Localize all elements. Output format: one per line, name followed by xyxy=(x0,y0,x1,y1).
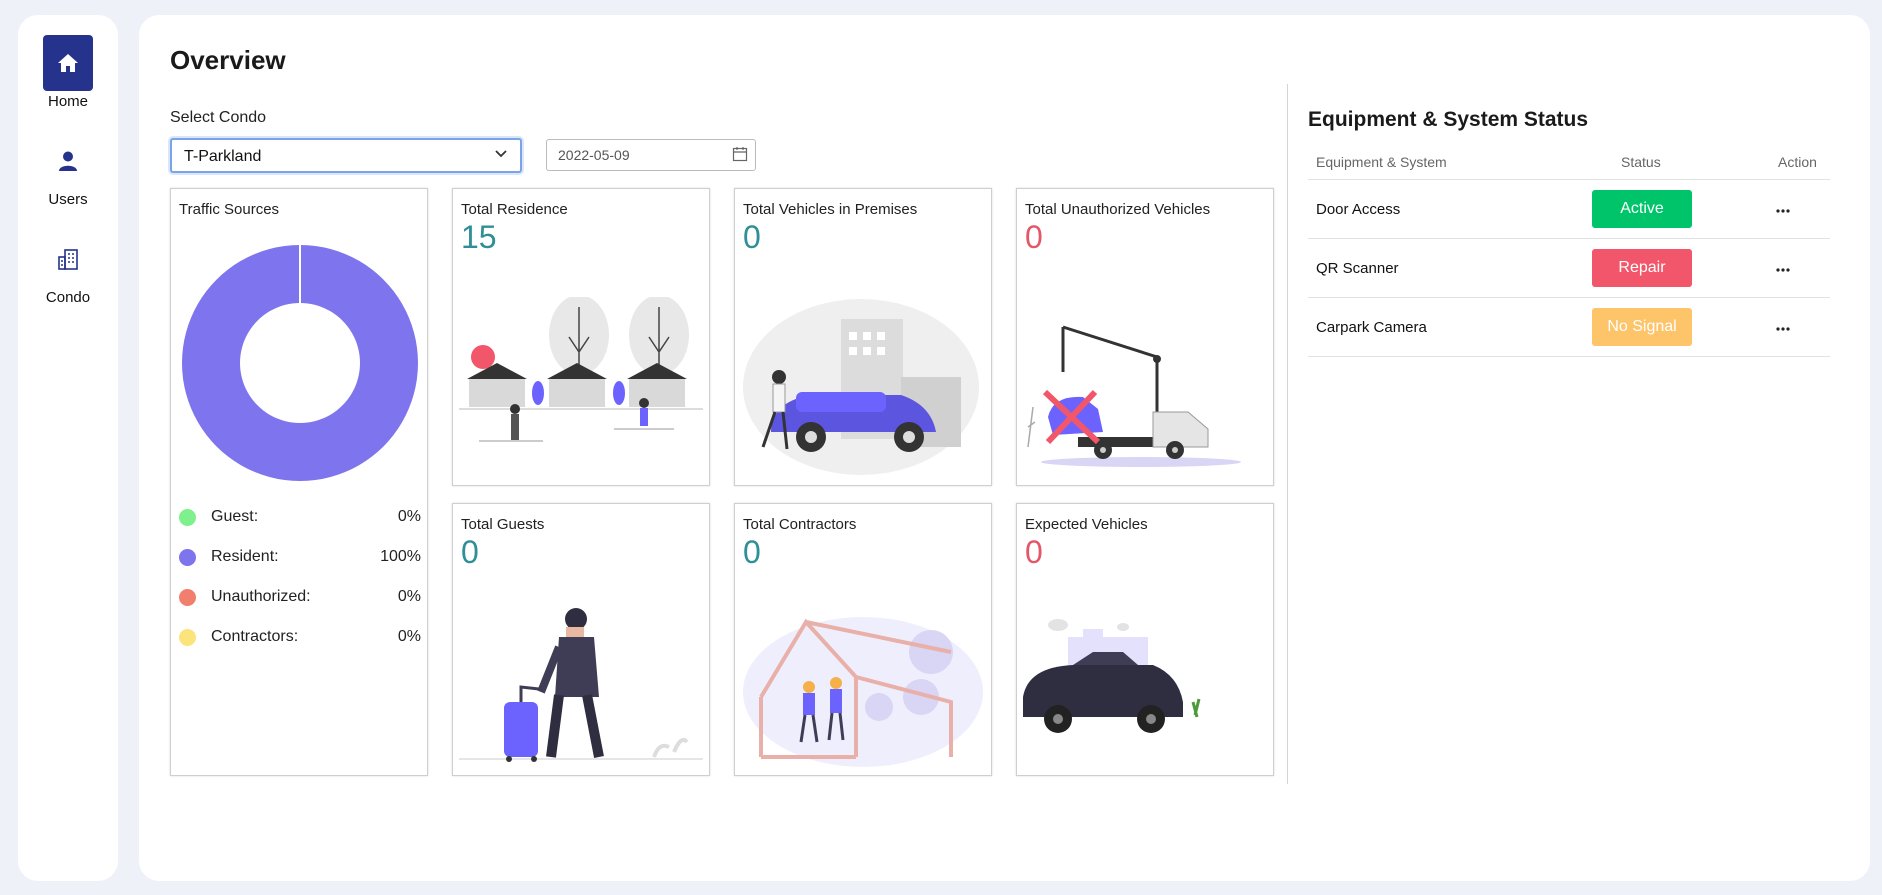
status-badge: Repair xyxy=(1592,249,1692,287)
total-contractors-title: Total Contractors xyxy=(743,516,857,533)
building-icon xyxy=(43,231,93,287)
expected-vehicles-value: 0 xyxy=(1025,534,1043,570)
equipment-name: QR Scanner xyxy=(1316,260,1399,277)
sidebar-item-condo[interactable]: Condo xyxy=(18,231,118,306)
legend-label: Unauthorized: xyxy=(211,588,311,605)
total-vehicles-card: Total Vehicles in Premises 0 xyxy=(734,188,992,486)
traffic-sources-card: Traffic Sources Guest: 0% Resident: 100%… xyxy=(170,188,428,776)
legend-item-resident: Resident: 100% xyxy=(179,546,421,570)
table-header: Equipment & System Status Action xyxy=(1308,145,1830,180)
total-unauthorized-card: Total Unauthorized Vehicles 0 xyxy=(1016,188,1274,486)
equipment-name: Door Access xyxy=(1316,201,1401,218)
sidebar: Home Users Condo xyxy=(18,15,118,881)
column-header-equipment: Equipment & System xyxy=(1316,154,1447,170)
section-divider xyxy=(1287,84,1288,784)
total-guests-value: 0 xyxy=(461,534,479,570)
equipment-status-table: Equipment & System Status Action Door Ac… xyxy=(1308,145,1830,357)
equipment-status-title: Equipment & System Status xyxy=(1308,108,1589,131)
traffic-donut-chart xyxy=(181,245,418,481)
more-options-icon[interactable] xyxy=(1776,318,1790,335)
status-badge: Active xyxy=(1592,190,1692,228)
condo-select[interactable]: T-Parkland xyxy=(170,138,522,173)
date-input-value: 2022-05-09 xyxy=(558,147,630,163)
total-contractors-card: Total Contractors 0 xyxy=(734,503,992,776)
status-badge: No Signal xyxy=(1592,308,1692,346)
sidebar-item-home[interactable]: Home xyxy=(18,35,118,110)
date-input[interactable]: 2022-05-09 xyxy=(546,139,756,171)
convertible-car-illustration xyxy=(1023,619,1201,733)
column-header-status: Status xyxy=(1621,154,1661,170)
total-unauthorized-value: 0 xyxy=(1025,219,1043,255)
table-row: QR Scanner Repair xyxy=(1308,239,1830,298)
table-row: Carpark Camera No Signal xyxy=(1308,298,1830,357)
table-row: Door Access Active xyxy=(1308,180,1830,239)
column-header-action: Action xyxy=(1778,154,1817,170)
legend-value: 0% xyxy=(397,508,421,525)
total-vehicles-value: 0 xyxy=(743,219,761,255)
legend-dot xyxy=(179,509,196,526)
legend-value: 100% xyxy=(380,548,421,565)
traveler-illustration xyxy=(459,608,703,762)
total-guests-title: Total Guests xyxy=(461,516,545,533)
construction-illustration xyxy=(743,617,983,767)
houses-illustration xyxy=(459,297,703,442)
calendar-icon[interactable] xyxy=(732,146,748,165)
legend-label: Resident: xyxy=(211,548,279,565)
sidebar-item-label: Home xyxy=(47,93,88,110)
total-contractors-value: 0 xyxy=(743,534,761,570)
expected-vehicles-title: Expected Vehicles xyxy=(1025,516,1148,533)
total-unauthorized-title: Total Unauthorized Vehicles xyxy=(1025,201,1211,218)
total-residence-card: Total Residence 15 xyxy=(452,188,710,486)
user-icon xyxy=(43,133,93,189)
legend-dot xyxy=(179,589,196,606)
legend-dot xyxy=(179,549,196,566)
condo-select-label: Select Condo xyxy=(170,109,267,126)
expected-vehicles-card: Expected Vehicles 0 xyxy=(1016,503,1274,776)
page-title: Overview xyxy=(170,45,286,75)
legend-label: Contractors: xyxy=(211,628,299,645)
car-illustration xyxy=(743,299,979,475)
total-vehicles-title: Total Vehicles in Premises xyxy=(743,201,918,218)
legend-item-guest: Guest: 0% xyxy=(179,506,421,530)
tow-truck-illustration xyxy=(1027,325,1241,467)
traffic-sources-title: Traffic Sources xyxy=(179,201,280,218)
total-residence-value: 15 xyxy=(461,219,497,255)
legend-value: 0% xyxy=(397,588,421,605)
sidebar-item-label: Condo xyxy=(45,289,91,306)
legend-value: 0% xyxy=(397,628,421,645)
equipment-name: Carpark Camera xyxy=(1316,319,1427,336)
legend-label: Guest: xyxy=(211,508,259,525)
total-guests-card: Total Guests 0 xyxy=(452,503,710,776)
legend-item-contractors: Contractors: 0% xyxy=(179,626,421,650)
legend-item-unauthorized: Unauthorized: 0% xyxy=(179,586,421,610)
sidebar-item-users[interactable]: Users xyxy=(18,133,118,208)
total-residence-title: Total Residence xyxy=(461,201,568,218)
home-icon xyxy=(43,35,93,91)
more-options-icon[interactable] xyxy=(1776,259,1790,276)
sidebar-item-label: Users xyxy=(48,191,88,208)
chevron-down-icon xyxy=(494,146,508,165)
condo-select-value: T-Parkland xyxy=(184,148,262,165)
main-panel: Overview Select Condo T-Parkland 2022-05… xyxy=(139,15,1870,881)
legend-dot xyxy=(179,629,196,646)
more-options-icon[interactable] xyxy=(1776,200,1790,217)
